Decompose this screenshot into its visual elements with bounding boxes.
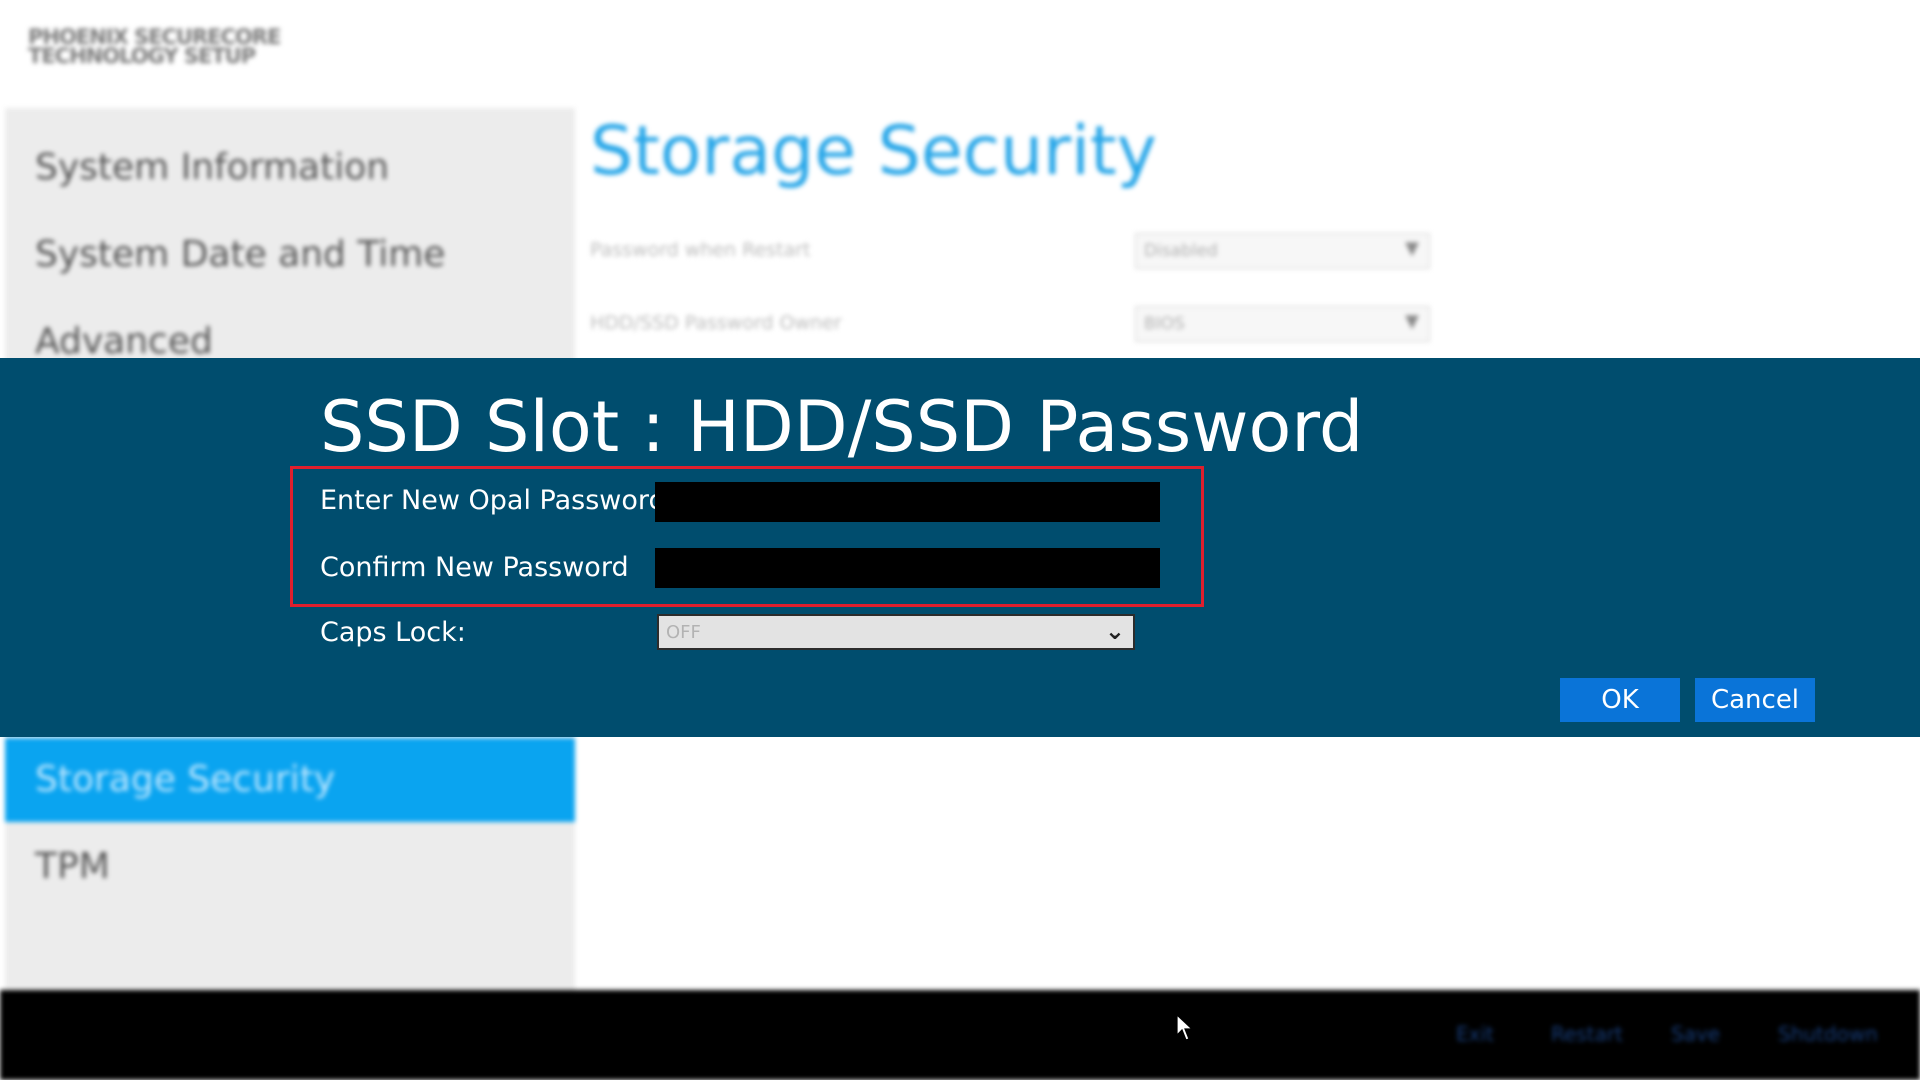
password-owner-select[interactable]: BIOS ▼ (1135, 306, 1430, 342)
footer-shutdown-link[interactable]: Shutdown (1778, 1022, 1878, 1046)
caps-lock-select[interactable]: OFF ⌄ (657, 614, 1135, 650)
brand-line-2: TECHNOLOGY SETUP (28, 44, 256, 68)
footer-exit-link[interactable]: Exit (1456, 1022, 1494, 1046)
new-password-field[interactable] (655, 482, 1160, 522)
select-value: Disabled (1144, 241, 1218, 261)
select-value: BIOS (1144, 314, 1185, 334)
sidebar-item-system-information[interactable]: System Information (5, 126, 575, 210)
brand-logo: PHOENIX SECURECORE TECHNOLOGY SETUP (28, 27, 328, 68)
mouse-cursor-icon (1176, 1014, 1194, 1041)
sidebar-item-storage-security[interactable]: Storage Security (5, 738, 575, 822)
confirm-password-label: Confirm New Password (320, 552, 629, 583)
setting-label: Password when Restart (590, 239, 811, 261)
cancel-button[interactable]: Cancel (1695, 678, 1815, 722)
new-password-label: Enter New Opal Password (320, 485, 666, 516)
sidebar-item-system-date-time[interactable]: System Date and Time (5, 213, 575, 297)
page-title: Storage Security (590, 112, 1157, 191)
chevron-down-icon: ▼ (1405, 311, 1419, 332)
footer-bar: Exit Restart Save Shutdown (0, 990, 1920, 1080)
chevron-down-icon: ▼ (1405, 238, 1419, 259)
confirm-password-field[interactable] (655, 548, 1160, 588)
chevron-down-icon: ⌄ (1104, 617, 1125, 645)
footer-save-link[interactable]: Save (1671, 1022, 1720, 1046)
footer-restart-link[interactable]: Restart (1551, 1022, 1623, 1046)
setting-row-password-when-restart: Password when Restart Disabled ▼ (590, 233, 1440, 273)
sidebar-item-tpm[interactable]: TPM (5, 825, 575, 909)
password-when-restart-select[interactable]: Disabled ▼ (1135, 233, 1430, 269)
dialog-title: SSD Slot : HDD/SSD Password (320, 386, 1364, 468)
caps-lock-value: OFF (666, 622, 701, 643)
setting-label: HDD/SSD Password Owner (590, 312, 842, 334)
password-dialog: SSD Slot : HDD/SSD Password Enter New Op… (0, 358, 1920, 737)
ok-button[interactable]: OK (1560, 678, 1680, 722)
setting-row-password-owner: HDD/SSD Password Owner BIOS ▼ (590, 306, 1440, 346)
caps-lock-label: Caps Lock: (320, 617, 466, 648)
